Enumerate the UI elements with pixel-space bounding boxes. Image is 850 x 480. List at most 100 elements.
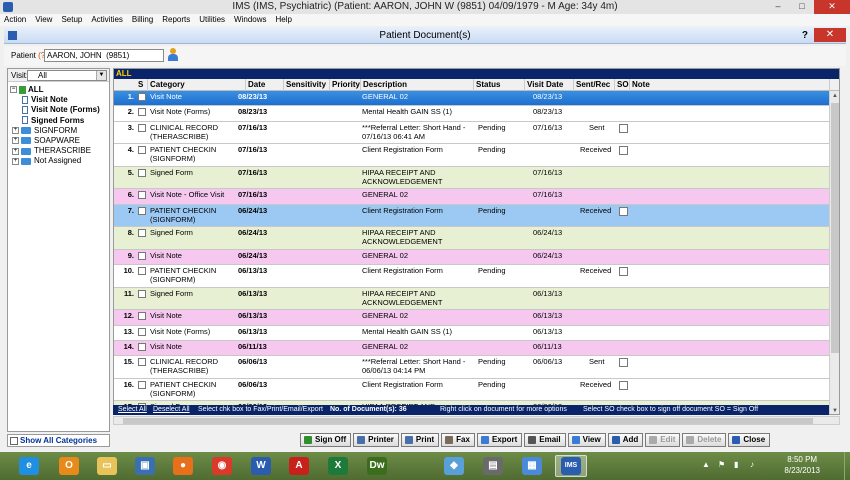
taskbar-remote-app-button[interactable]: ▦: [516, 455, 548, 477]
row-select-checkbox[interactable]: [138, 206, 146, 215]
help-button[interactable]: ?: [802, 27, 808, 44]
tree-item-all[interactable]: − ALL: [10, 85, 107, 95]
fax-button[interactable]: Fax: [441, 433, 475, 447]
table-row[interactable]: 8. Signed Form 06/24/13 HIPAA RECEIPT AND AC…: [114, 227, 830, 250]
sign-off-checkbox[interactable]: [619, 267, 628, 277]
show-all-categories[interactable]: Show All Categories: [7, 434, 110, 447]
sign-off-button[interactable]: Sign Off: [300, 433, 352, 447]
col-header-note[interactable]: Note: [630, 79, 830, 91]
row-select-checkbox[interactable]: [138, 191, 146, 200]
edit-button[interactable]: Edit: [645, 433, 681, 447]
scroll-down-icon[interactable]: ▼: [830, 406, 839, 414]
row-select-checkbox[interactable]: [138, 123, 146, 132]
tree-item-signform[interactable]: + SIGNFORM: [10, 126, 107, 136]
table-row[interactable]: 12. Visit Note 06/13/13 GENERAL 02 06/13/13: [114, 310, 830, 326]
taskbar-ims-button[interactable]: IMS: [555, 455, 587, 477]
col-header-date[interactable]: Date: [246, 79, 284, 91]
minimize-button[interactable]: –: [766, 0, 790, 14]
taskbar-outlook-button[interactable]: O: [53, 455, 85, 477]
taskbar-remote-desktop-button[interactable]: ▣: [129, 455, 161, 477]
deselect-all-link[interactable]: Deselect All: [153, 405, 190, 415]
menu-setup[interactable]: Setup: [61, 14, 82, 26]
maximize-button[interactable]: □: [790, 0, 814, 14]
table-row[interactable]: 2. Visit Note (Forms) 08/23/13 Mental Healt…: [114, 106, 830, 122]
col-header-visit-date[interactable]: Visit Date: [525, 79, 574, 91]
col-header-status[interactable]: Status: [474, 79, 525, 91]
row-select-checkbox[interactable]: [138, 289, 146, 298]
view-button[interactable]: View: [567, 433, 606, 447]
table-row[interactable]: 7. PATIENT CHECKIN (SIGNFORM) 06/24/13 Clien…: [114, 204, 830, 228]
row-select-checkbox[interactable]: [138, 267, 146, 276]
col-header-description[interactable]: Description: [361, 79, 474, 91]
col-header-so[interactable]: SO: [615, 79, 630, 91]
table-row[interactable]: 4. PATIENT CHECKIN (SIGNFORM) 07/16/13 Clien…: [114, 144, 830, 167]
delete-button[interactable]: Delete: [682, 433, 727, 447]
clock[interactable]: 8:50 PM 8/23/2013: [784, 454, 820, 478]
row-select-checkbox[interactable]: [138, 312, 146, 321]
row-select-checkbox[interactable]: [138, 380, 146, 389]
taskbar-chrome-button[interactable]: ◉: [206, 455, 238, 477]
table-row[interactable]: 9. Visit Note 06/24/13 GENERAL 02 06/24/13: [114, 249, 830, 266]
tree-item-therascribe[interactable]: + THERASCRIBE: [10, 146, 107, 156]
table-row[interactable]: 5. Signed Form 07/16/13 HIPAA RECEIPT AND AC…: [114, 166, 830, 190]
expand-icon[interactable]: +: [12, 147, 19, 155]
row-select-checkbox[interactable]: [138, 327, 146, 336]
close-window-button[interactable]: ✕: [814, 0, 850, 14]
table-row[interactable]: 16. PATIENT CHECKIN (SIGNFORM) 06/06/13 Clie…: [114, 378, 830, 402]
email-button[interactable]: Email: [524, 433, 566, 447]
scroll-up-icon[interactable]: ▲: [830, 91, 839, 101]
col-header-sensitivity[interactable]: Sensitivity: [284, 79, 330, 91]
close-button[interactable]: Close: [728, 433, 771, 447]
menu-action[interactable]: Action: [4, 14, 26, 26]
table-row[interactable]: 3. CLINICAL RECORD (THERASCRIBE) 07/16/13 **…: [114, 121, 830, 145]
taskbar-word-button[interactable]: W: [245, 455, 277, 477]
menu-billing[interactable]: Billing: [132, 14, 153, 26]
menu-windows[interactable]: Windows: [234, 14, 266, 26]
menu-utilities[interactable]: Utilities: [199, 14, 225, 26]
tray-flag-icon[interactable]: ⚑: [718, 460, 728, 470]
print-button[interactable]: Print: [400, 433, 440, 447]
scrollbar-thumb[interactable]: [831, 103, 839, 353]
taskbar-pdf-button[interactable]: A: [283, 455, 315, 477]
export-button[interactable]: Export: [476, 433, 523, 447]
tree-item-signed-forms[interactable]: Signed Forms: [10, 116, 107, 126]
row-select-checkbox[interactable]: [138, 251, 146, 260]
close-document-window-button[interactable]: ✕: [814, 28, 846, 42]
menu-help[interactable]: Help: [276, 14, 292, 26]
expand-icon[interactable]: +: [12, 157, 19, 165]
row-select-checkbox[interactable]: [138, 146, 146, 155]
show-desktop-button[interactable]: [844, 452, 850, 480]
row-select-checkbox[interactable]: [138, 108, 146, 117]
table-row[interactable]: 11. Signed Form 06/13/13 HIPAA RECEIPT AND A…: [114, 287, 830, 311]
sign-off-checkbox[interactable]: [619, 380, 628, 390]
add-button[interactable]: Add: [607, 433, 644, 447]
tree-item-soapware[interactable]: + SOAPWARE: [10, 136, 107, 146]
taskbar-file-explorer-button[interactable]: ▭: [91, 455, 123, 477]
tree-item-visit-note-forms[interactable]: Visit Note (Forms): [10, 105, 107, 115]
chevron-down-icon[interactable]: ▼: [96, 71, 106, 80]
col-header-s[interactable]: S: [136, 79, 148, 91]
menu-activities[interactable]: Activities: [91, 14, 123, 26]
row-select-checkbox[interactable]: [138, 342, 146, 351]
menu-view[interactable]: View: [35, 14, 52, 26]
sign-off-checkbox[interactable]: [619, 146, 628, 156]
collapse-icon[interactable]: −: [10, 86, 17, 94]
visit-dropdown[interactable]: All ▼: [27, 70, 107, 81]
taskbar-internet-explorer-button[interactable]: e: [13, 455, 45, 477]
sign-off-checkbox[interactable]: [619, 206, 628, 216]
col-header-sent-rec[interactable]: Sent/Rec: [574, 79, 615, 91]
tray-arrow-icon[interactable]: ▲: [702, 460, 712, 470]
row-select-checkbox[interactable]: [138, 229, 146, 238]
tree-item-visit-note[interactable]: Visit Note: [10, 95, 107, 105]
row-select-checkbox[interactable]: [138, 93, 146, 101]
sign-off-checkbox[interactable]: [619, 358, 628, 368]
vertical-scrollbar[interactable]: ▲ ▼: [829, 91, 839, 414]
table-row[interactable]: 14. Visit Note 06/11/13 GENERAL 02 06/11/13: [114, 340, 830, 357]
table-row[interactable]: 15. CLINICAL RECORD (THERASCRIBE) 06/06/13 *…: [114, 356, 830, 379]
tree-item-not-assigned[interactable]: + Not Assigned: [10, 156, 107, 166]
taskbar-firefox-button[interactable]: ●: [167, 455, 199, 477]
scrollbar-thumb[interactable]: [123, 418, 813, 424]
row-select-checkbox[interactable]: [138, 168, 146, 177]
taskbar-network-button[interactable]: ◆: [438, 455, 470, 477]
printer-button[interactable]: Printer: [353, 433, 399, 447]
